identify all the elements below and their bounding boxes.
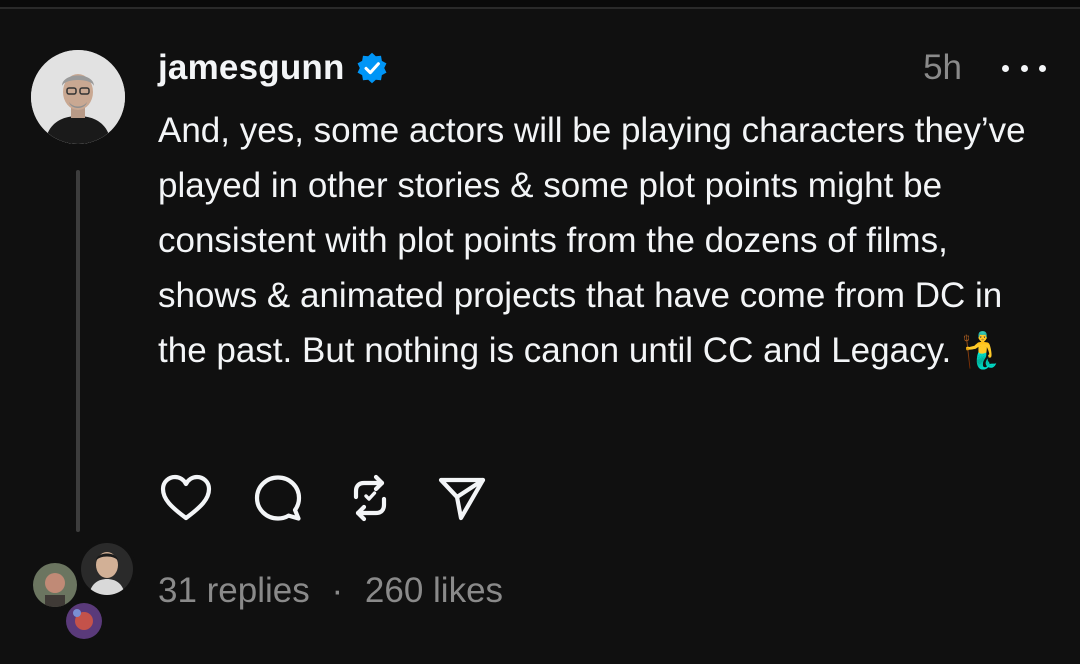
send-icon — [438, 477, 486, 521]
post-header: jamesgunn — [158, 44, 389, 92]
author-username[interactable]: jamesgunn — [158, 48, 345, 88]
author-avatar[interactable] — [31, 50, 125, 144]
repost-icon — [353, 474, 387, 522]
likes-count[interactable]: 260 likes — [365, 571, 503, 610]
replier-avatar — [78, 540, 136, 598]
replies-count[interactable]: 31 replies — [158, 571, 310, 610]
more-options-icon[interactable] — [1002, 54, 1046, 82]
verified-badge-icon — [355, 51, 389, 85]
thread-line — [76, 170, 80, 532]
replier-avatar — [63, 600, 105, 642]
profile-photo-icon — [31, 50, 125, 144]
like-button[interactable] — [158, 470, 214, 526]
heart-icon — [160, 474, 212, 521]
post-stats: 31 replies · 260 likes — [158, 566, 503, 616]
share-button[interactable] — [434, 470, 490, 526]
post-timestamp: 5h — [923, 48, 962, 87]
action-bar — [158, 470, 526, 526]
reply-button[interactable] — [250, 470, 306, 526]
post-text: And, yes, some actors will be playing ch… — [158, 111, 1036, 370]
replier-avatars[interactable] — [30, 540, 140, 642]
comment-bubble-icon — [254, 475, 302, 521]
top-divider — [0, 0, 1080, 9]
stats-separator: · — [331, 571, 344, 610]
repost-button[interactable] — [342, 470, 398, 526]
